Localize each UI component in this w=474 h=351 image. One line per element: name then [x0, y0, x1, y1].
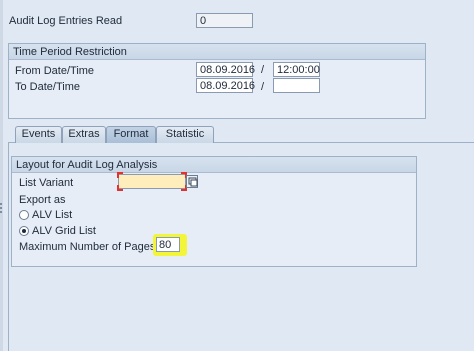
to-date-label: To Date/Time	[15, 81, 81, 93]
tab-extras[interactable]: Extras	[62, 126, 106, 143]
top-strip	[0, 0, 474, 7]
list-variant-label: List Variant	[19, 177, 74, 189]
required-marker-bottom-left	[117, 185, 123, 191]
required-marker-top-left	[117, 172, 123, 178]
left-edge	[0, 0, 3, 351]
tab-statistic[interactable]: Statistic	[156, 126, 214, 143]
from-date-field[interactable]: 08.09.2016	[196, 62, 255, 77]
max-pages-field[interactable]: 80	[156, 237, 180, 252]
tab-events[interactable]: Events	[15, 126, 62, 143]
max-pages-label: Maximum Number of Pages	[19, 241, 156, 253]
alv-list-radio[interactable]	[19, 210, 29, 220]
export-as-label: Export as	[19, 194, 66, 206]
audit-log-count-field: 0	[196, 13, 253, 28]
from-time-field[interactable]: 12:00:00	[273, 62, 320, 77]
audit-log-label: Audit Log Entries Read	[9, 15, 123, 27]
value-help-icon[interactable]	[186, 175, 198, 188]
tab-format[interactable]: Format	[106, 126, 156, 143]
from-separator: /	[261, 64, 265, 76]
alv-list-label: ALV List	[32, 209, 73, 221]
from-date-label: From Date/Time	[15, 65, 95, 77]
to-time-field[interactable]	[273, 78, 320, 93]
list-variant-field[interactable]	[118, 174, 186, 189]
alv-grid-list-label: ALV Grid List	[32, 225, 96, 237]
to-date-field[interactable]: 08.09.2016	[196, 78, 255, 93]
alv-grid-list-radio[interactable]	[19, 226, 29, 236]
splitter-handle[interactable]	[0, 203, 3, 213]
time-period-title: Time Period Restriction	[9, 44, 425, 60]
to-separator: /	[261, 81, 265, 93]
layout-group-title: Layout for Audit Log Analysis	[12, 157, 416, 173]
